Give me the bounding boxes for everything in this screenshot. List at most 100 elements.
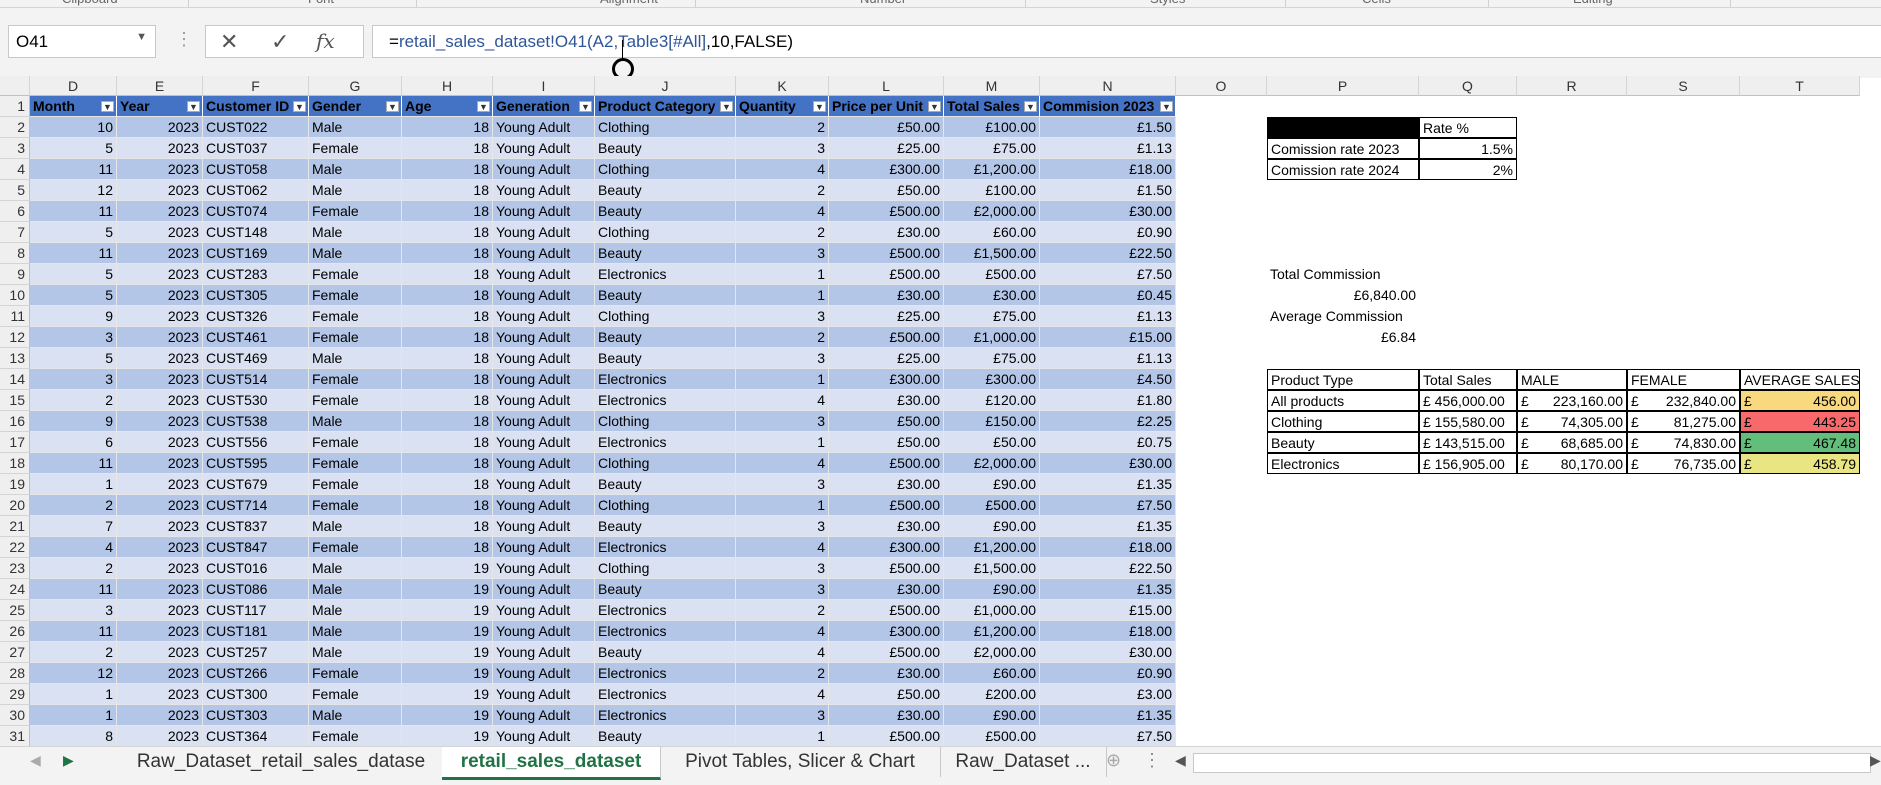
table-cell[interactable]: 2023 xyxy=(117,621,203,642)
table-cell[interactable]: Electronics xyxy=(595,369,736,390)
row-header[interactable]: 16 xyxy=(0,411,30,432)
table-cell[interactable]: 4 xyxy=(736,390,829,411)
table-cell[interactable]: 2023 xyxy=(117,222,203,243)
table-cell[interactable]: £1.50 xyxy=(1040,117,1176,138)
table-cell[interactable]: Male xyxy=(309,642,402,663)
sheet-tab[interactable]: Raw_Dataset ... xyxy=(940,747,1107,777)
table-cell[interactable]: £300.00 xyxy=(829,621,944,642)
summary-header[interactable]: Product Type xyxy=(1267,369,1419,390)
table-cell[interactable]: £50.00 xyxy=(944,432,1040,453)
table-cell[interactable]: Female xyxy=(309,285,402,306)
table-cell[interactable]: £2,000.00 xyxy=(944,453,1040,474)
table-cell[interactable]: 18 xyxy=(402,243,493,264)
table-cell[interactable]: 18 xyxy=(402,222,493,243)
table-cell[interactable]: 12 xyxy=(30,663,117,684)
column-header-j[interactable]: J xyxy=(595,76,736,96)
table-cell[interactable]: CUST326 xyxy=(203,306,309,327)
table-cell[interactable]: Young Adult xyxy=(493,243,595,264)
table-cell[interactable]: Male xyxy=(309,243,402,264)
table-cell[interactable]: CUST074 xyxy=(203,201,309,222)
column-header-q[interactable]: Q xyxy=(1419,76,1517,96)
table-cell[interactable]: 18 xyxy=(402,264,493,285)
row-header[interactable]: 24 xyxy=(0,579,30,600)
table-cell[interactable]: CUST037 xyxy=(203,138,309,159)
table-cell[interactable]: 18 xyxy=(402,159,493,180)
table-cell[interactable]: CUST469 xyxy=(203,348,309,369)
table-cell[interactable]: 2023 xyxy=(117,348,203,369)
table-cell[interactable]: Female xyxy=(309,306,402,327)
table-cell[interactable]: £500.00 xyxy=(944,495,1040,516)
summary-product-type[interactable]: Electronics xyxy=(1267,453,1419,474)
column-header-d[interactable]: D xyxy=(30,76,117,96)
summary-male[interactable]: £80,170.00 xyxy=(1517,453,1627,474)
table-cell[interactable]: £50.00 xyxy=(829,432,944,453)
table-cell[interactable]: CUST847 xyxy=(203,537,309,558)
table-cell[interactable]: £500.00 xyxy=(829,642,944,663)
table-cell[interactable]: 18 xyxy=(402,474,493,495)
table-cell[interactable]: £2,000.00 xyxy=(944,642,1040,663)
table-cell[interactable]: Electronics xyxy=(595,705,736,726)
table-cell[interactable]: 4 xyxy=(736,453,829,474)
table-cell[interactable]: CUST461 xyxy=(203,327,309,348)
scroll-tabs-left-icon[interactable]: ◀ xyxy=(30,752,41,769)
row-header[interactable]: 12 xyxy=(0,327,30,348)
row-header[interactable]: 9 xyxy=(0,264,30,285)
table-cell[interactable]: 2023 xyxy=(117,306,203,327)
summary-male[interactable]: £68,685.00 xyxy=(1517,432,1627,453)
table-cell[interactable]: Young Adult xyxy=(493,180,595,201)
table-cell[interactable]: 2 xyxy=(30,642,117,663)
table-cell[interactable]: CUST514 xyxy=(203,369,309,390)
table-cell[interactable]: 2023 xyxy=(117,474,203,495)
table-cell[interactable]: 1 xyxy=(736,432,829,453)
table-cell[interactable]: Young Adult xyxy=(493,558,595,579)
table-cell[interactable]: Young Adult xyxy=(493,285,595,306)
table-cell[interactable]: 10 xyxy=(30,117,117,138)
table-cell[interactable]: 2023 xyxy=(117,369,203,390)
table-cell[interactable]: 3 xyxy=(736,138,829,159)
row-header[interactable]: 26 xyxy=(0,621,30,642)
table-cell[interactable]: £30.00 xyxy=(1040,201,1176,222)
table-cell[interactable]: £30.00 xyxy=(829,285,944,306)
column-header-n[interactable]: N xyxy=(1040,76,1176,96)
column-header-l[interactable]: L xyxy=(829,76,944,96)
table-cell[interactable]: £2,000.00 xyxy=(944,201,1040,222)
table-cell[interactable]: Electronics xyxy=(595,621,736,642)
table-cell[interactable]: 2023 xyxy=(117,642,203,663)
table-cell[interactable]: Beauty xyxy=(595,243,736,264)
table-header-cell[interactable]: Commision 2023 ▼ xyxy=(1040,96,1176,117)
table-cell[interactable]: 4 xyxy=(30,537,117,558)
row-header[interactable]: 28 xyxy=(0,663,30,684)
rate-header-label[interactable]: Rate % xyxy=(1419,117,1517,138)
table-cell[interactable]: 2023 xyxy=(117,411,203,432)
table-cell[interactable]: Female xyxy=(309,684,402,705)
table-cell[interactable]: CUST714 xyxy=(203,495,309,516)
table-cell[interactable]: £1.35 xyxy=(1040,579,1176,600)
table-cell[interactable]: £1.13 xyxy=(1040,138,1176,159)
summary-male[interactable]: £74,305.00 xyxy=(1517,411,1627,432)
summary-total-sales[interactable]: £ 143,515.00 xyxy=(1419,432,1517,453)
table-cell[interactable]: £25.00 xyxy=(829,138,944,159)
table-cell[interactable]: £50.00 xyxy=(829,117,944,138)
table-cell[interactable]: £1,200.00 xyxy=(944,621,1040,642)
table-cell[interactable]: 7 xyxy=(30,516,117,537)
row-header[interactable]: 19 xyxy=(0,474,30,495)
table-cell[interactable]: £1,000.00 xyxy=(944,327,1040,348)
table-cell[interactable]: £0.45 xyxy=(1040,285,1176,306)
table-cell[interactable]: CUST016 xyxy=(203,558,309,579)
table-header-cell[interactable]: Product Category ▼ xyxy=(595,96,736,117)
table-cell[interactable]: 5 xyxy=(30,222,117,243)
table-cell[interactable]: 3 xyxy=(30,600,117,621)
table-cell[interactable]: 2023 xyxy=(117,327,203,348)
table-cell[interactable]: 2023 xyxy=(117,495,203,516)
rate-header-blank[interactable] xyxy=(1267,117,1419,138)
summary-average-sales[interactable]: £443.25 xyxy=(1740,411,1860,432)
table-cell[interactable]: CUST305 xyxy=(203,285,309,306)
table-cell[interactable]: Female xyxy=(309,726,402,747)
table-cell[interactable]: Beauty xyxy=(595,726,736,747)
table-header-cell[interactable]: Customer ID ▼ xyxy=(203,96,309,117)
summary-header[interactable]: MALE xyxy=(1517,369,1627,390)
table-cell[interactable]: £300.00 xyxy=(829,537,944,558)
table-cell[interactable]: £18.00 xyxy=(1040,159,1176,180)
table-cell[interactable]: Electronics xyxy=(595,663,736,684)
row-header[interactable]: 13 xyxy=(0,348,30,369)
